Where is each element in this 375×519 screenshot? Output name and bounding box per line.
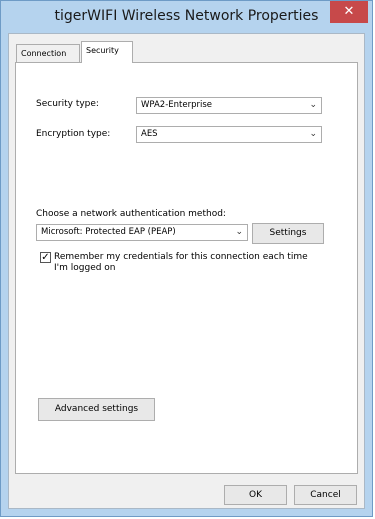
security-type-label: Security type: [36, 99, 99, 109]
properties-dialog: tigerWIFI Wireless Network Properties ✕ … [0, 0, 373, 517]
check-icon: ✓ [41, 252, 50, 263]
encryption-type-value: AES [141, 129, 158, 139]
tab-security[interactable]: Security [81, 41, 133, 63]
security-type-value: WPA2-Enterprise [141, 100, 213, 110]
auth-method-label: Choose a network authentication method: [36, 209, 226, 219]
tab-connection[interactable]: Connection [16, 44, 80, 62]
encryption-type-label: Encryption type: [36, 129, 111, 139]
close-button[interactable]: ✕ [330, 1, 368, 23]
settings-button[interactable]: Settings [252, 223, 324, 244]
security-panel: Security type: WPA2-Enterprise ⌄ Encrypt… [15, 62, 358, 474]
chevron-down-icon: ⌄ [235, 227, 243, 237]
dialog-body: Connection Security Security type: WPA2-… [8, 33, 365, 509]
ok-button[interactable]: OK [224, 485, 287, 505]
close-icon: ✕ [343, 4, 355, 19]
advanced-settings-button[interactable]: Advanced settings [38, 398, 155, 421]
title-bar: tigerWIFI Wireless Network Properties ✕ [1, 1, 372, 33]
window-title: tigerWIFI Wireless Network Properties [54, 8, 319, 24]
chevron-down-icon: ⌄ [309, 129, 317, 139]
auth-method-value: Microsoft: Protected EAP (PEAP) [41, 227, 176, 237]
security-type-select[interactable]: WPA2-Enterprise ⌄ [136, 97, 322, 114]
remember-credentials-label: Remember my credentials for this connect… [54, 252, 308, 273]
auth-method-select[interactable]: Microsoft: Protected EAP (PEAP) ⌄ [36, 224, 248, 241]
cancel-button[interactable]: Cancel [294, 485, 357, 505]
chevron-down-icon: ⌄ [309, 100, 317, 110]
remember-credentials-checkbox[interactable]: ✓ [40, 252, 51, 263]
encryption-type-select[interactable]: AES ⌄ [136, 126, 322, 143]
